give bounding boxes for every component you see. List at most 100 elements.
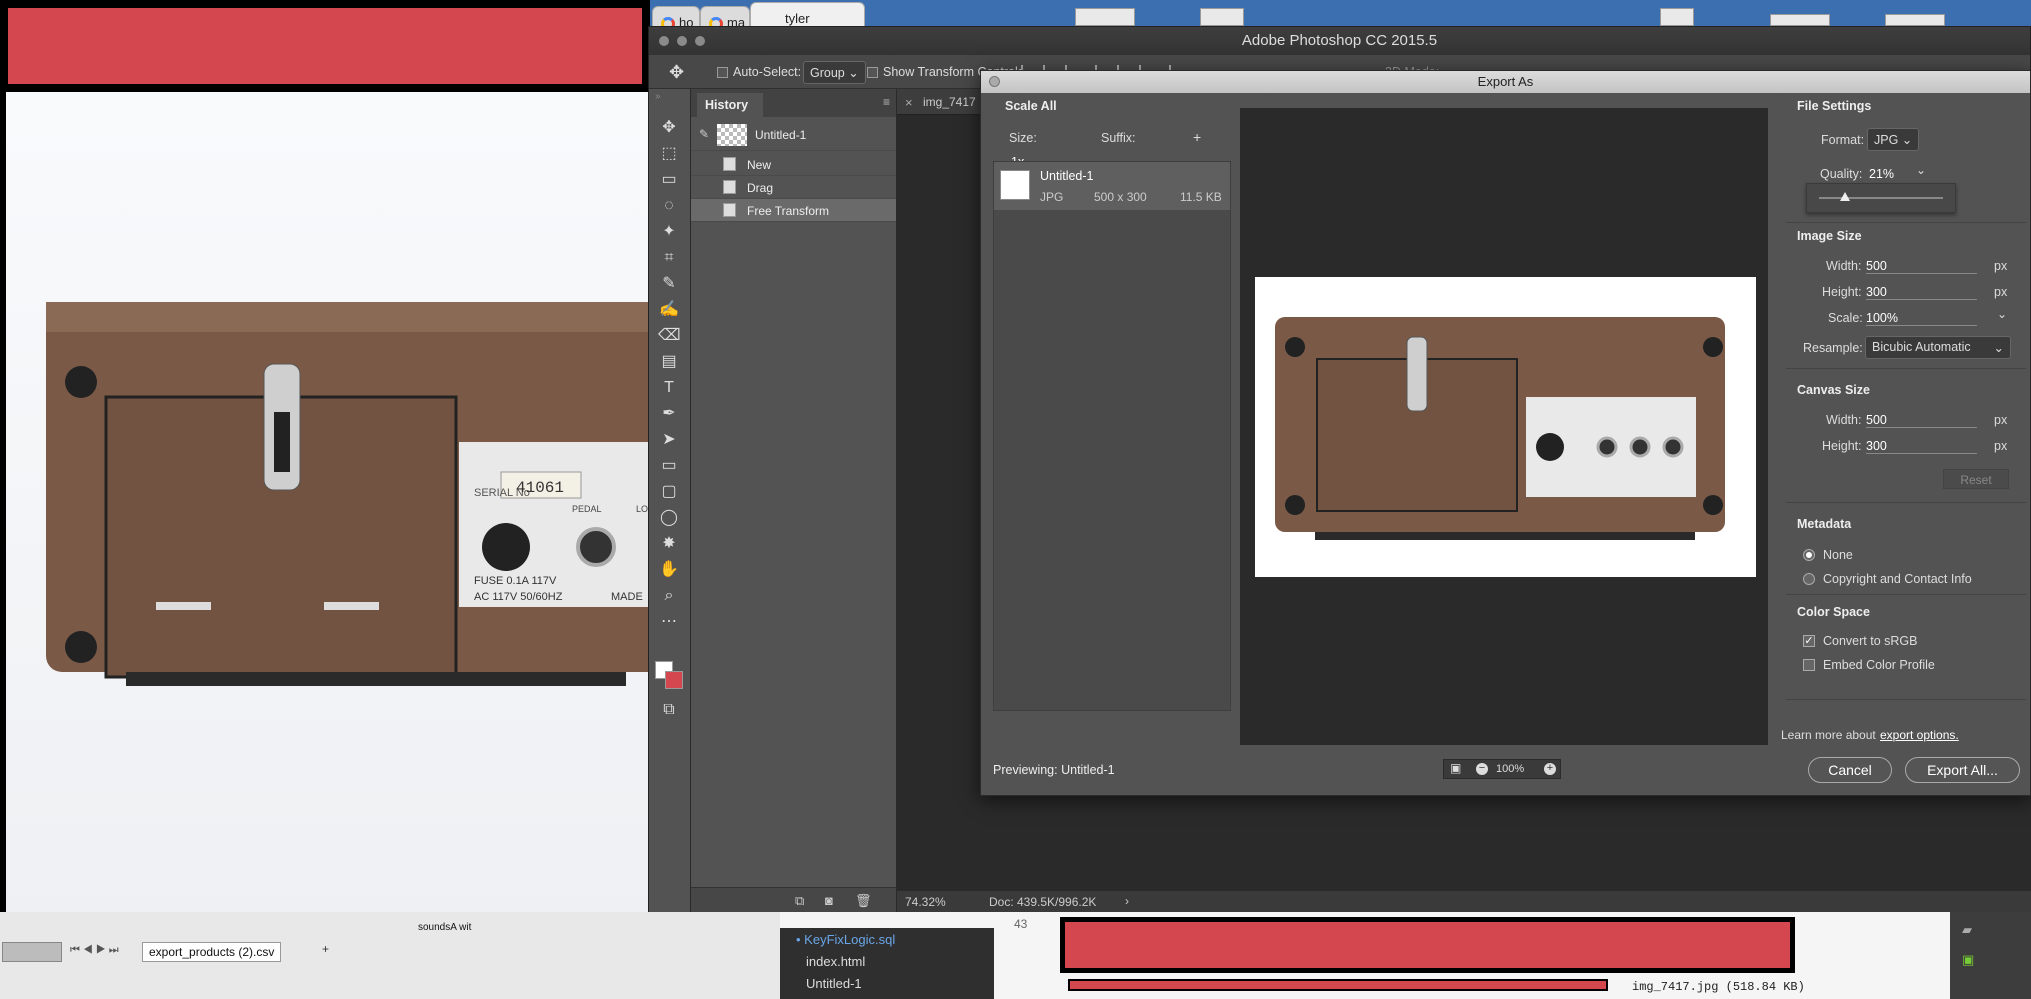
camera-icon[interactable]: ◙ — [825, 893, 833, 908]
quality-slider-track[interactable] — [1819, 197, 1943, 199]
preview-canvas[interactable] — [1240, 108, 1768, 745]
path-select-icon[interactable]: ➤ — [658, 431, 680, 449]
sheet-tab[interactable]: export_products (2).csv — [142, 942, 282, 962]
image-size-heading: Image Size — [1797, 229, 1862, 243]
snapshot-thumbnail — [717, 124, 747, 146]
reset-button[interactable]: Reset — [1943, 469, 2009, 489]
image-height-input[interactable]: 300 — [1866, 285, 1977, 300]
color-space-heading: Color Space — [1797, 605, 1870, 619]
metadata-none-label: None — [1823, 548, 1853, 562]
metadata-none-radio[interactable] — [1803, 549, 1815, 561]
history-footer: ⧉ ◙ 🗑 — [691, 887, 896, 913]
screen-mode-icon[interactable]: ⧉ — [658, 701, 680, 719]
embed-profile-checkbox[interactable] — [1803, 659, 1815, 671]
document-icon — [723, 180, 736, 194]
magic-wand-icon[interactable]: ✦ — [658, 223, 680, 241]
background-color-swatch[interactable] — [665, 671, 683, 689]
tools-panel: » ✥ ⬚ ▭ ◌ ✦ ⌗ ✎ ✍ ⌫ ▤ T ✒ ➤ ▭ ▢ ◯ ✸ ✋ ⌕ … — [649, 89, 691, 913]
add-scale-icon[interactable]: + — [1193, 129, 1201, 145]
auto-select-dropdown[interactable]: Group ⌄ — [803, 61, 866, 84]
more-tools-icon[interactable]: ⋯ — [658, 613, 680, 631]
image-width-input[interactable]: 500 — [1866, 259, 1977, 274]
eraser-icon[interactable]: ⌫ — [658, 327, 681, 345]
resample-dropdown[interactable]: Bicubic Automatic ⌄ — [1865, 336, 2011, 359]
zoom-value: 100% — [1496, 763, 1525, 775]
sheet-nav-icon[interactable]: ⏮ ◀ ▶ ⏭ — [70, 944, 119, 957]
quality-value[interactable]: 21% — [1869, 167, 1894, 181]
hand-icon[interactable]: ✋ — [658, 561, 680, 579]
app-icon[interactable]: ▣ — [1962, 952, 1974, 968]
history-item[interactable]: New — [691, 153, 896, 176]
width-label: Width: — [1826, 259, 1862, 273]
custom-shape-icon[interactable]: ✸ — [658, 535, 680, 553]
file-item-active[interactable]: • KeyFixLogic.sql — [796, 932, 895, 947]
px-unit: px — [1994, 413, 2008, 427]
desktop-thumbnail[interactable] — [1075, 8, 1135, 26]
divider — [1786, 222, 2026, 223]
zoom-window-button[interactable] — [695, 36, 705, 46]
zoom-level[interactable]: 74.32% — [905, 895, 946, 909]
zoom-icon[interactable]: ⌕ — [658, 587, 680, 605]
file-item[interactable]: index.html — [806, 954, 865, 969]
export-as-dialog: Export As Scale All Size: Suffix: + 1x⌄ … — [980, 70, 2031, 796]
quality-slider-thumb[interactable] — [1840, 192, 1851, 201]
chevron-right-icon[interactable]: › — [1125, 894, 1129, 908]
lasso-icon[interactable]: ◌ — [658, 197, 680, 215]
marquee-icon[interactable]: ▭ — [658, 171, 680, 189]
history-tab[interactable]: History — [697, 93, 763, 117]
canvas-height-input[interactable]: 300 — [1866, 439, 1977, 454]
close-tab-icon[interactable]: × — [905, 95, 913, 110]
pen-icon[interactable]: ✒ — [658, 405, 680, 423]
rounded-rect-icon[interactable]: ▢ — [658, 483, 680, 501]
new-document-icon[interactable]: ⧉ — [795, 893, 804, 909]
history-item-selected[interactable]: Free Transform — [691, 199, 896, 222]
pedal-label: PEDAL — [572, 504, 602, 514]
asset-row[interactable]: Untitled-1 JPG 500 x 300 11.5 KB — [994, 162, 1230, 210]
format-dropdown[interactable]: JPG ⌄ — [1867, 128, 1920, 151]
desktop-thumbnail[interactable] — [1200, 8, 1244, 26]
desktop-thumbnail[interactable] — [1770, 14, 1830, 26]
height-label: Height: — [1822, 285, 1862, 299]
snapshot-label: Untitled-1 — [755, 128, 807, 142]
ellipse-icon[interactable]: ◯ — [658, 509, 680, 527]
chevron-down-icon[interactable]: ⌄ — [1916, 163, 1926, 177]
file-item[interactable]: Untitled-1 — [806, 976, 862, 991]
auto-select-checkbox[interactable] — [717, 67, 728, 78]
zoom-out-icon[interactable]: − — [1476, 763, 1488, 775]
panel-menu-icon[interactable]: ≡ — [883, 95, 890, 109]
folder-icon[interactable]: ▰ — [1962, 922, 1972, 938]
cancel-button[interactable]: Cancel — [1808, 757, 1892, 783]
type-icon[interactable]: T — [658, 379, 680, 397]
gradient-icon[interactable]: ▤ — [658, 353, 680, 371]
convert-srgb-checkbox[interactable]: ✓ — [1803, 635, 1815, 647]
dialog-title: Export As — [981, 71, 2030, 93]
rectangle-icon[interactable]: ▭ — [658, 457, 680, 475]
scale-input[interactable]: 100% — [1866, 311, 1977, 326]
close-window-button[interactable] — [659, 36, 669, 46]
desktop-thumbnail[interactable] — [1885, 14, 1945, 26]
canvas-width-input[interactable]: 500 — [1866, 413, 1977, 428]
history-snapshot[interactable]: ✎ Untitled-1 — [691, 119, 896, 151]
move-icon[interactable]: ✥ — [658, 119, 680, 137]
export-options-link[interactable]: export options. — [1880, 728, 1959, 742]
view-toggle[interactable] — [2, 942, 62, 962]
metadata-copyright-radio[interactable] — [1803, 573, 1815, 585]
show-transform-checkbox[interactable] — [867, 67, 878, 78]
export-all-button[interactable]: Export All... — [1905, 757, 2020, 783]
minimize-window-button[interactable] — [677, 36, 687, 46]
fit-icon[interactable]: ▣ — [1450, 761, 1461, 775]
chevron-down-icon[interactable]: ⌄ — [1997, 307, 2007, 321]
add-sheet-icon[interactable]: + — [322, 942, 329, 956]
trash-icon[interactable]: 🗑 — [855, 893, 872, 909]
move-tool-icon[interactable]: ✥ — [669, 62, 684, 83]
crop-icon[interactable]: ⌗ — [658, 249, 680, 267]
sheet-label: soundsA wit — [418, 922, 472, 933]
desktop-thumbnail[interactable] — [1660, 8, 1694, 26]
close-dialog-button[interactable] — [989, 76, 1000, 87]
asset-list: Untitled-1 JPG 500 x 300 11.5 KB — [993, 161, 1231, 711]
eyedropper-icon[interactable]: ✎ — [658, 275, 680, 293]
brush-icon[interactable]: ✍ — [658, 301, 680, 319]
artboard-icon[interactable]: ⬚ — [658, 145, 680, 163]
zoom-in-icon[interactable]: + — [1544, 763, 1556, 775]
history-item[interactable]: Drag — [691, 176, 896, 199]
